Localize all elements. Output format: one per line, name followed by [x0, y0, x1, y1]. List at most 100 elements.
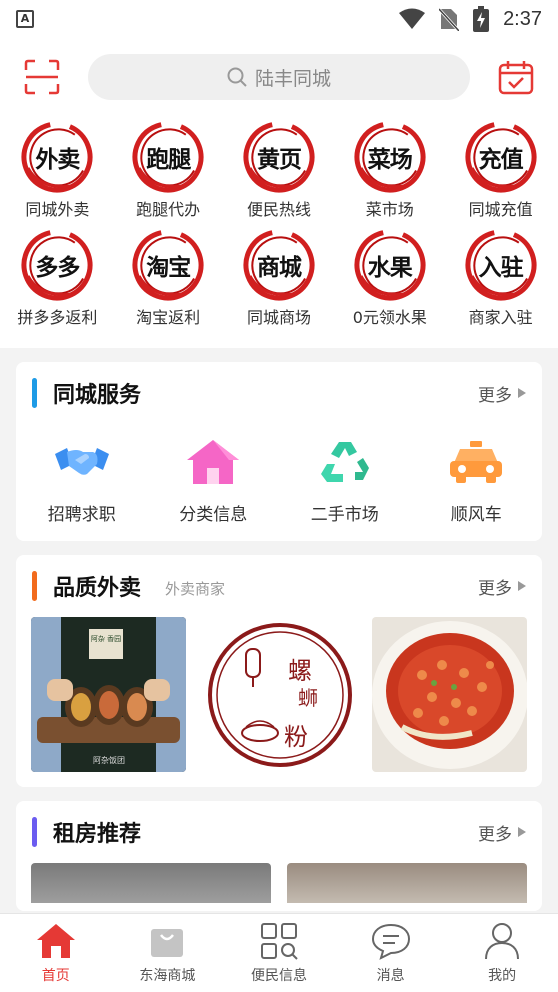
- service-label: 招聘求职: [47, 505, 116, 525]
- quality-takeout-card: 品质外卖 外卖商家 更多 阿杂 香园 阿杂饭团 螺 蛳 粉: [16, 555, 542, 787]
- tab-home[interactable]: 首页: [0, 914, 112, 992]
- rolls-photo[interactable]: 阿杂 香园 阿杂饭团: [31, 617, 186, 772]
- more-link[interactable]: 更多: [478, 820, 526, 845]
- shortcut-item[interactable]: 水果 0元领水果: [335, 228, 445, 328]
- card-header: 品质外卖 外卖商家 更多: [16, 555, 542, 617]
- battery-charging-icon: [473, 6, 490, 32]
- shortcut-item[interactable]: 多多 拼多多返利: [2, 228, 112, 328]
- shortcut-item[interactable]: 跑腿 跑腿代办: [113, 120, 223, 220]
- tab-profile[interactable]: 我的: [446, 914, 558, 992]
- wifi-icon: [399, 8, 426, 29]
- shortcut-item[interactable]: 入驻 商家入驻: [446, 228, 556, 328]
- tab-label: 我的: [488, 968, 517, 984]
- more-label: 更多: [478, 385, 512, 406]
- tab-donghai-mall[interactable]: 东海商城: [112, 914, 224, 992]
- clock: 2:37: [503, 7, 542, 30]
- calendar-check-icon: [498, 61, 534, 95]
- scan-icon: [24, 59, 60, 95]
- tab-messages[interactable]: 消息: [335, 914, 447, 992]
- card-subtitle: 外卖商家: [165, 579, 226, 598]
- badge-text: 淘宝: [146, 254, 191, 281]
- home-icon: [36, 924, 75, 958]
- shortcut-label: 0元领水果: [352, 308, 427, 327]
- card-title: 同城服务: [53, 383, 142, 408]
- rental-photo[interactable]: [31, 863, 271, 903]
- service-jobs[interactable]: 招聘求职: [22, 434, 142, 525]
- shortcut-label: 淘宝返利: [136, 308, 201, 327]
- more-link[interactable]: 更多: [478, 574, 526, 599]
- grid-search-icon: [260, 923, 298, 960]
- service-label: 分类信息: [179, 505, 248, 525]
- shortcut-label: 便民热线: [246, 200, 311, 219]
- service-classifieds[interactable]: 分类信息: [153, 434, 273, 525]
- user-icon: [485, 923, 520, 960]
- card-header: 租房推荐 更多: [16, 801, 542, 863]
- shortcut-label: 菜市场: [365, 200, 414, 219]
- card-header: 同城服务 更多: [16, 362, 542, 424]
- card-title: 租房推荐: [53, 822, 142, 847]
- logo-char: 蛳: [298, 686, 318, 710]
- search-icon: [227, 67, 247, 87]
- top-header: 陆丰同城: [0, 38, 558, 116]
- badge-text: 入驻: [478, 254, 524, 281]
- shortcut-grid: 外卖 同城外卖 跑腿 跑腿代办 黄页 便民热线 菜场 菜市场 充值 同城充值 多多 拼多多返利 淘宝淘…: [0, 116, 558, 348]
- tab-convenience-info[interactable]: 便民信息: [223, 914, 335, 992]
- chevron-right-icon: [518, 388, 526, 398]
- noodle-photo[interactable]: [372, 617, 527, 772]
- shortcut-item[interactable]: 菜场 菜市场: [335, 120, 445, 220]
- shortcut-item[interactable]: 黄页 便民热线: [224, 120, 334, 220]
- accent-bar: [32, 378, 37, 408]
- house-icon: [187, 440, 240, 484]
- bottom-tab-bar: 首页 东海商城 便民信息 消息 我的: [0, 913, 558, 992]
- accent-bar: [32, 817, 37, 847]
- brush-circle-badge: 水果: [353, 228, 427, 302]
- handshake-icon: [54, 448, 109, 475]
- shop-footer: 阿杂饭团: [93, 755, 125, 765]
- badge-text: 跑腿: [146, 146, 191, 173]
- shortcut-label: 商家入驻: [468, 308, 533, 327]
- shortcut-item[interactable]: 外卖 同城外卖: [2, 120, 112, 220]
- city-services-card: 同城服务 更多 招聘求职 分类信息 二手市场 顺风车: [16, 362, 542, 541]
- brush-circle-badge: 商城: [242, 228, 316, 302]
- more-label: 更多: [478, 578, 512, 599]
- badge-text: 商城: [256, 254, 302, 281]
- tab-label: 消息: [376, 968, 405, 984]
- luosifen-logo[interactable]: 螺 蛳 粉: [201, 617, 357, 772]
- status-bar: A 2:37: [0, 0, 558, 38]
- chat-bubble-icon: [371, 923, 410, 960]
- tab-label: 便民信息: [250, 968, 307, 984]
- badge-text: 菜场: [367, 146, 413, 173]
- badge-text: 黄页: [256, 146, 302, 173]
- shortcut-label: 同城充值: [468, 200, 533, 219]
- badge-text: 充值: [478, 146, 524, 173]
- scan-button[interactable]: [22, 57, 62, 97]
- notification-a-icon: A: [16, 10, 34, 28]
- shop-sign: 阿杂 香园: [91, 634, 121, 643]
- shortcut-item[interactable]: 淘宝 淘宝返利: [113, 228, 223, 328]
- rental-photo[interactable]: [287, 863, 527, 903]
- search-bar[interactable]: 陆丰同城: [88, 54, 470, 100]
- recycle-icon: [320, 442, 369, 482]
- more-link[interactable]: 更多: [478, 381, 526, 406]
- shortcut-item[interactable]: 充值 同城充值: [446, 120, 556, 220]
- shortcut-label: 拼多多返利: [17, 308, 98, 327]
- chevron-right-icon: [518, 827, 526, 837]
- card-title: 品质外卖: [53, 576, 142, 601]
- brush-circle-badge: 入驻: [464, 228, 538, 302]
- rental-recommend-card: 租房推荐 更多: [16, 801, 542, 911]
- service-secondhand[interactable]: 二手市场: [285, 434, 405, 525]
- logo-char: 螺: [288, 657, 312, 685]
- badge-text: 水果: [367, 254, 413, 281]
- shortcut-label: 同城外卖: [25, 200, 90, 219]
- brush-circle-badge: 充值: [464, 120, 538, 194]
- calendar-button[interactable]: [496, 57, 536, 97]
- no-sim-icon: [439, 7, 460, 31]
- shortcut-item[interactable]: 商城 同城商场: [224, 228, 334, 328]
- accent-bar: [32, 571, 37, 601]
- shortcut-label: 跑腿代办: [136, 200, 201, 219]
- service-label: 二手市场: [310, 505, 379, 525]
- shopping-bag-icon: [151, 929, 184, 957]
- brush-circle-badge: 黄页: [242, 120, 316, 194]
- brush-circle-badge: 菜场: [353, 120, 427, 194]
- service-rideshare[interactable]: 顺风车: [416, 434, 536, 525]
